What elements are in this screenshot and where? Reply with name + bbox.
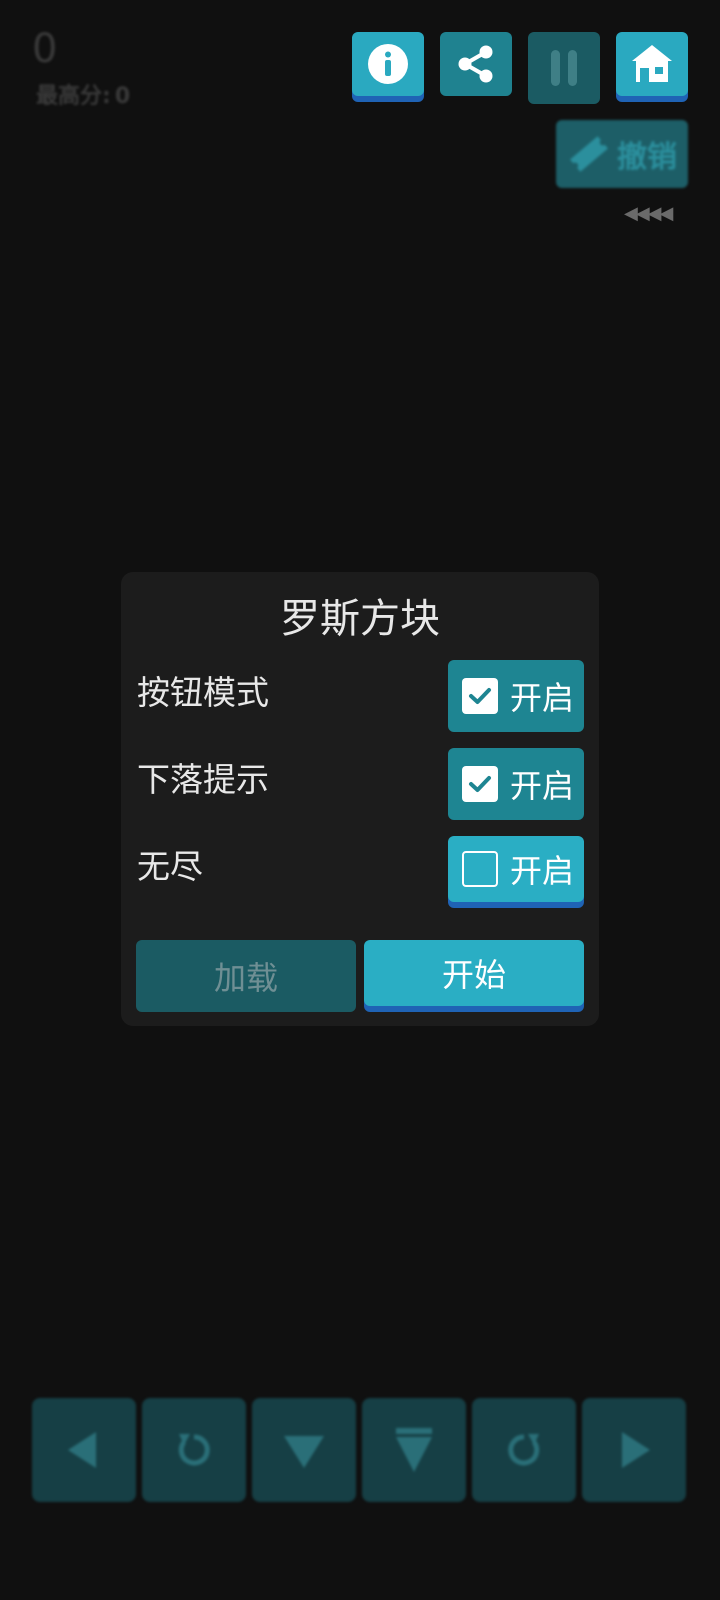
share-button[interactable] [440, 32, 512, 96]
dialog-title: 罗斯方块 [280, 596, 440, 642]
start-button[interactable]: 开始 [364, 940, 584, 1006]
home-button[interactable] [616, 32, 688, 96]
rotate-right-icon [508, 1434, 540, 1466]
undo-arrows: ◀◀◀◀ [624, 203, 673, 224]
pause-button[interactable] [528, 32, 600, 104]
option-label-button-mode: 按钮模式 [137, 673, 269, 712]
load-button[interactable]: 加载 [136, 940, 356, 1012]
rotate-left-icon [178, 1434, 210, 1466]
move-left-button[interactable] [32, 1398, 136, 1502]
rotate-left-button[interactable] [142, 1398, 246, 1502]
left-arrow-icon [68, 1432, 96, 1468]
right-arrow-icon [622, 1432, 650, 1468]
settings-dialog: 罗斯方块 按钮模式 开启 下落提示 开启 无尽 开启 加载 开始 [121, 572, 599, 1026]
best-score-value: 0 [114, 84, 131, 109]
toggle-button-mode[interactable]: 开启 [448, 660, 584, 732]
checkbox-checked [462, 766, 498, 802]
best-score: 最高分: 0 [32, 78, 130, 110]
down-arrow-icon [284, 1436, 324, 1468]
option-label-drop-hint: 下落提示 [137, 760, 269, 799]
hard-drop-button[interactable] [362, 1398, 466, 1502]
rotate-right-button[interactable] [472, 1398, 576, 1502]
info-button[interactable] [352, 32, 424, 96]
toggle-endless[interactable]: 开启 [448, 836, 584, 902]
move-right-button[interactable] [582, 1398, 686, 1502]
toggle-label: 开启 [510, 767, 575, 805]
checkbox-unchecked [462, 851, 498, 887]
checkbox-checked [462, 678, 498, 714]
pause-icon [551, 50, 577, 86]
option-label-endless: 无尽 [137, 847, 203, 886]
undo-label: 撤销 [617, 140, 677, 175]
soft-drop-button[interactable] [252, 1398, 356, 1502]
score-value: 0 [32, 26, 58, 72]
undo-button[interactable]: 撤销 [556, 120, 688, 188]
checkmark-icon [469, 688, 491, 704]
toggle-label: 开启 [510, 679, 575, 717]
checkmark-icon [469, 776, 491, 792]
hard-drop-icon [396, 1428, 432, 1472]
info-icon [368, 44, 408, 84]
best-score-label: 最高分: [36, 84, 111, 109]
toggle-label: 开启 [510, 852, 575, 890]
toggle-drop-hint[interactable]: 开启 [448, 748, 584, 820]
home-icon [632, 45, 672, 82]
share-icon [458, 45, 493, 83]
ticket-icon [570, 136, 608, 172]
